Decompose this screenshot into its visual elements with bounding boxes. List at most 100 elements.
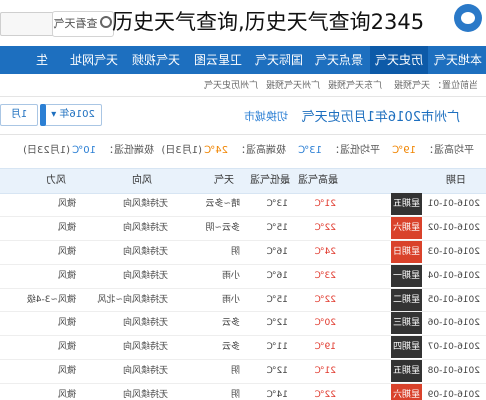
query-controls: 广州市2016年1月历史天气 切换城市 2016年 ▾ 1月 bbox=[0, 100, 486, 130]
min-low-date: (1月23日) bbox=[23, 145, 70, 156]
nav-item-satellite[interactable]: 卫星云图 bbox=[188, 46, 248, 74]
temperature-summary: 平均高温： 19℃ 平均低温： 13℃ 极端高温： 24℃ (1月3日) 极端低… bbox=[0, 140, 486, 162]
cell-wind-force: 微风 bbox=[57, 199, 76, 209]
table-row: 2016-01-09 星期六 22℃ 14℃ 阴 无持续风向 微风 bbox=[0, 384, 486, 400]
cell-low: 15℃ bbox=[266, 222, 288, 233]
cell-weather: 小雨 bbox=[221, 294, 240, 305]
avg-high-value: 19℃ bbox=[392, 145, 416, 156]
cell-weather: 多云 bbox=[221, 342, 240, 353]
cell-week: 星期五 bbox=[390, 360, 422, 383]
nav-item-weather-video[interactable]: 天气视频 bbox=[126, 46, 186, 74]
cell-low: 16℃ bbox=[266, 270, 288, 281]
cell-weather: 多云~阴 bbox=[205, 222, 240, 233]
col-high: 最高气温 bbox=[298, 175, 338, 186]
cell-week: 星期一 bbox=[390, 264, 422, 287]
cell-weather: 小雨 bbox=[221, 270, 240, 281]
cell-high: 21℃ bbox=[314, 199, 336, 209]
cell-low: 11℃ bbox=[266, 342, 288, 353]
cell-high: 22℃ bbox=[314, 222, 336, 233]
cell-low: 16℃ bbox=[266, 246, 288, 257]
max-high-date: (1月3日) bbox=[161, 145, 202, 156]
search-button-label: 查看天气 bbox=[53, 17, 98, 30]
cell-low: 15℃ bbox=[266, 294, 288, 305]
col-low: 最低气温 bbox=[250, 175, 290, 186]
cell-wind-force: 微风 bbox=[57, 366, 76, 377]
mirrored-page: 查看天气 本地天气 历史天气 景点天气 国际天气 卫星云图 天气视频 天气网址 … bbox=[0, 0, 486, 400]
col-wind-force: 风力 bbox=[46, 175, 66, 186]
cell-wind-dir: 无持续风向 bbox=[122, 366, 168, 377]
nav-item-local-weather[interactable]: 本地天气 bbox=[430, 46, 486, 74]
min-low-value: 10℃ bbox=[72, 145, 96, 156]
min-low-label: 极端低温： bbox=[104, 145, 154, 156]
cell-date: 2016-01-07 bbox=[427, 342, 480, 353]
month-select[interactable]: 1月 bbox=[0, 104, 38, 126]
cell-wind-force: 微风 bbox=[57, 270, 76, 281]
table-body: 2016-01-01 星期五 21℃ 13℃ 晴~多云 无持续风向 微风 2016-01-02… bbox=[0, 193, 486, 400]
cell-wind-force: 微风 bbox=[57, 342, 76, 353]
table-row: 2016-01-06 星期三 20℃ 12℃ 多云 无持续风向 微风 bbox=[0, 312, 486, 337]
table-row: 2016-01-04 星期一 23℃ 16℃ 小雨 无持续风向 微风 bbox=[0, 264, 486, 289]
table-row: 2016-01-01 星期五 21℃ 13℃ 晴~多云 无持续风向 微风 bbox=[0, 193, 486, 217]
cell-wind-force: 微风 bbox=[57, 390, 76, 400]
breadcrumb-city[interactable]: 广州天气预报 bbox=[266, 76, 320, 96]
cell-week: 星期四 bbox=[390, 336, 422, 359]
breadcrumb-prefix: 当前位置： bbox=[432, 81, 478, 91]
cell-high: 23℃ bbox=[314, 270, 336, 281]
cell-weather: 阴 bbox=[230, 366, 240, 377]
cell-wind-dir: 无持续风向 bbox=[122, 270, 168, 281]
col-wind-dir: 风向 bbox=[132, 175, 152, 186]
nav-item-world-weather[interactable]: 国际天气 bbox=[250, 46, 308, 74]
nav-item-life[interactable]: 生 bbox=[22, 46, 62, 74]
cell-weather: 阴 bbox=[230, 390, 240, 400]
table-row: 2016-01-02 星期六 22℃ 15℃ 多云~阴 无持续风向 微风 bbox=[0, 216, 486, 241]
breadcrumb-forecast[interactable]: 天气预报 bbox=[394, 76, 430, 96]
nav-item-scenic-weather[interactable]: 景点天气 bbox=[310, 46, 368, 74]
cell-wind-dir: 无持续风向 bbox=[122, 342, 168, 353]
max-high-label: 极端高温： bbox=[236, 145, 286, 156]
cell-low: 13℃ bbox=[266, 199, 288, 209]
nav-item-history-weather[interactable]: 历史天气 bbox=[370, 46, 428, 74]
avg-high-label: 平均高温： bbox=[424, 145, 474, 156]
nav-item-weather-sites[interactable]: 天气网址 bbox=[64, 46, 124, 74]
2345-logo-icon[interactable] bbox=[452, 4, 482, 34]
cell-wind-dir: 无持续风向 bbox=[122, 222, 168, 233]
cell-low: 12℃ bbox=[266, 318, 288, 329]
cell-weather: 阴 bbox=[230, 246, 240, 257]
cell-wind-force: 微风 bbox=[57, 222, 76, 233]
cell-low: 14℃ bbox=[266, 390, 288, 400]
avg-low-label: 平均低温： bbox=[330, 145, 380, 156]
cell-wind-dir: 无持续风向 bbox=[122, 318, 168, 329]
cell-date: 2016-01-08 bbox=[427, 366, 480, 377]
cell-high: 20℃ bbox=[314, 318, 336, 329]
cell-high: 21℃ bbox=[314, 366, 336, 377]
cell-date: 2016-01-03 bbox=[427, 246, 480, 257]
breadcrumb-province[interactable]: 广东天气预报 bbox=[328, 76, 382, 96]
breadcrumb: 当前位置： 天气预报 广东天气预报 广州天气预报 广州历史天气 bbox=[0, 76, 486, 97]
cell-wind-dir: 无持续风向 bbox=[122, 246, 168, 257]
cell-wind-force: 微风~3-4级 bbox=[26, 294, 76, 305]
switch-city-link[interactable]: 切换城市 bbox=[244, 108, 288, 124]
cell-date: 2016-01-09 bbox=[427, 390, 480, 400]
cell-high: 22℃ bbox=[314, 294, 336, 305]
search-button[interactable]: 查看天气 bbox=[52, 11, 114, 37]
cell-low: 12℃ bbox=[266, 366, 288, 377]
year-select-value: 2016年 bbox=[59, 109, 95, 120]
divider bbox=[0, 134, 486, 135]
col-weather: 天气 bbox=[214, 175, 234, 186]
query-button-edge bbox=[40, 104, 46, 126]
table-row: 2016-01-08 星期五 21℃ 12℃ 阴 无持续风向 微风 bbox=[0, 360, 486, 385]
cell-week: 星期六 bbox=[390, 384, 422, 400]
breadcrumb-history: 广州历史天气 bbox=[203, 81, 258, 91]
year-select[interactable]: 2016年 ▾ bbox=[44, 104, 102, 126]
max-high-value: 24℃ bbox=[204, 145, 228, 156]
cell-week: 星期五 bbox=[390, 193, 422, 215]
cell-date: 2016-01-01 bbox=[427, 199, 480, 209]
cell-date: 2016-01-05 bbox=[427, 294, 480, 305]
cell-high: 22℃ bbox=[314, 390, 336, 400]
page-title: 广州市2016年1月历史天气 bbox=[301, 110, 460, 125]
cell-date: 2016-01-06 bbox=[427, 318, 480, 329]
cell-wind-dir: 无持续风向 bbox=[122, 199, 168, 209]
cell-week: 星期二 bbox=[390, 288, 422, 311]
cell-wind-dir: 无持续风向~北风 bbox=[97, 294, 168, 305]
cell-high: 24℃ bbox=[314, 246, 336, 257]
